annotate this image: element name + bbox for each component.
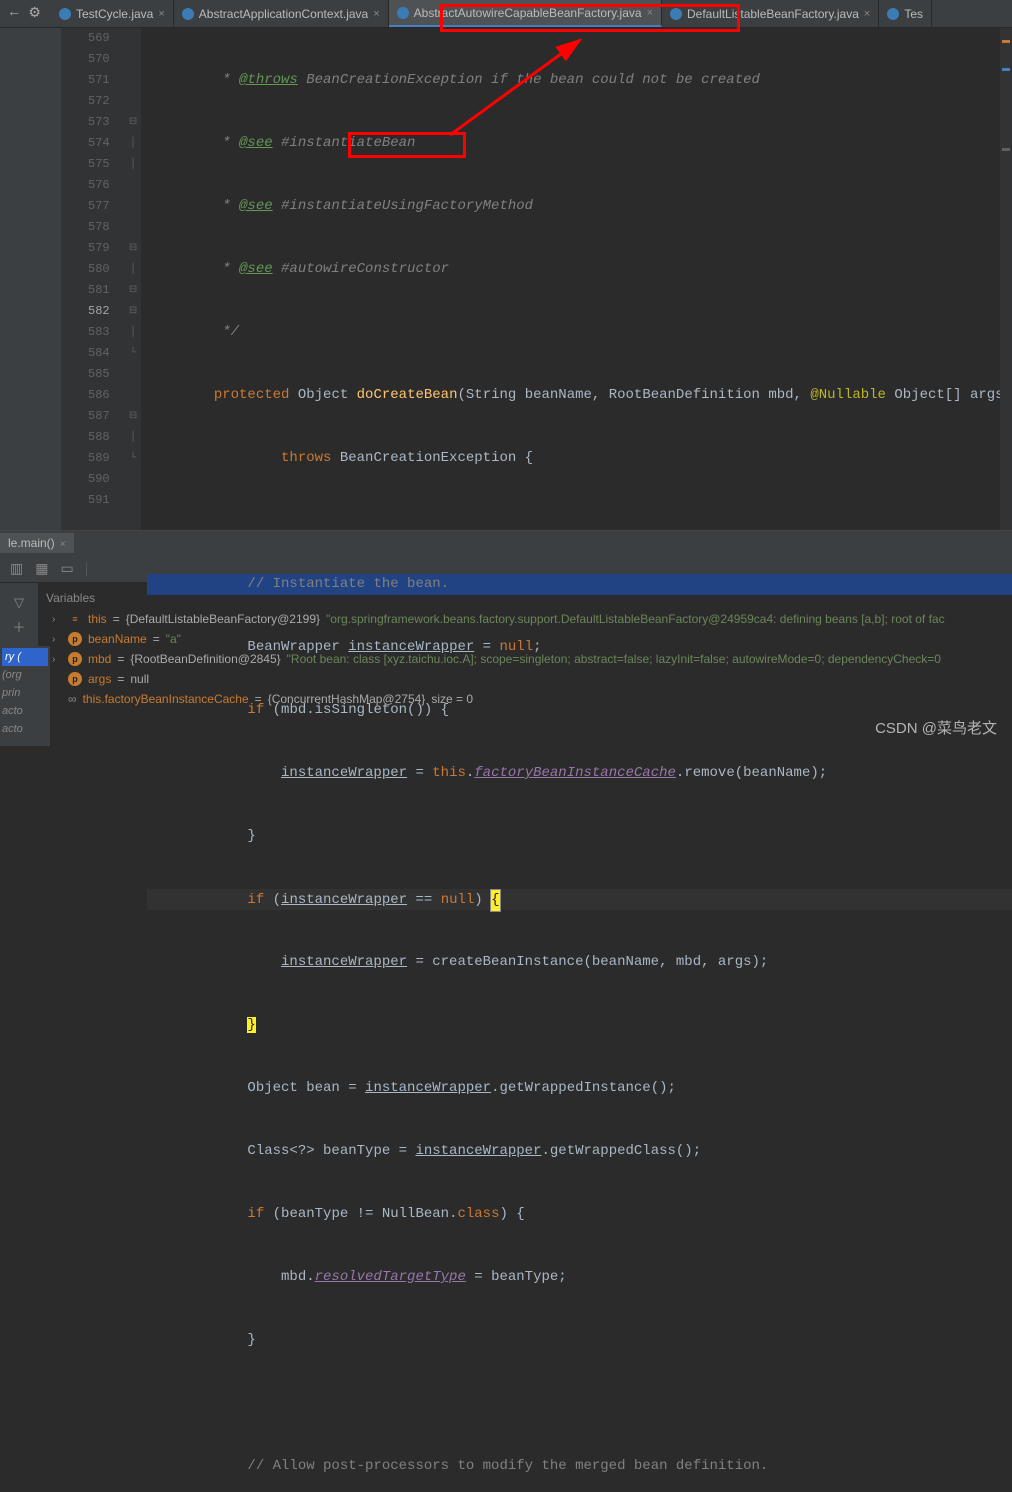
tab-testcycle[interactable]: TestCycle.java× xyxy=(51,0,174,27)
top-bar: ← ⚙ TestCycle.java× AbstractApplicationC… xyxy=(0,0,1012,28)
frames-strip: ry ( (org prin acto acto xyxy=(0,646,50,746)
tab-abstractapplicationcontext[interactable]: AbstractApplicationContext.java× xyxy=(174,0,389,27)
close-icon[interactable]: × xyxy=(158,8,164,20)
code-area[interactable]: * @throws BeanCreationException if the b… xyxy=(141,28,1012,530)
add-icon[interactable]: ＋ xyxy=(0,617,38,636)
layout-icon[interactable]: ▭ xyxy=(60,560,73,577)
tab-defaultlistablebeanfactory[interactable]: DefaultListableBeanFactory.java× xyxy=(662,0,879,27)
filter-icon[interactable]: ▽ xyxy=(0,595,38,611)
fold-column[interactable]: ⊟││⊟│⊟⊟│└⊟│└ xyxy=(126,28,141,530)
gutter[interactable]: 569 570 571 572 573 574 575 576 577 578 … xyxy=(61,28,125,530)
scrollbar-markers[interactable] xyxy=(1000,28,1012,530)
code-editor[interactable]: 569 570 571 572 573 574 575 576 577 578 … xyxy=(0,28,1012,530)
close-icon[interactable]: × xyxy=(373,8,379,20)
back-icon[interactable]: ← xyxy=(10,5,18,22)
thread-view-icon[interactable]: ▥ xyxy=(10,560,23,577)
tab-test-partial[interactable]: Tes xyxy=(879,0,932,27)
close-icon[interactable]: × xyxy=(647,7,653,19)
close-icon[interactable]: × xyxy=(60,539,66,550)
project-strip xyxy=(0,28,61,530)
debug-tab-main[interactable]: le.main()× xyxy=(0,533,74,553)
editor-tabs: TestCycle.java× AbstractApplicationConte… xyxy=(51,0,1012,27)
divider xyxy=(86,562,87,576)
watermark: CSDN @菜鸟老文 xyxy=(875,717,997,738)
settings-icon[interactable]: ⚙ xyxy=(28,5,41,22)
grid-view-icon[interactable]: ▦ xyxy=(35,560,48,577)
tab-abstractautowirecapablebeanfactory[interactable]: AbstractAutowireCapableBeanFactory.java× xyxy=(389,0,662,27)
close-icon[interactable]: × xyxy=(864,8,870,20)
